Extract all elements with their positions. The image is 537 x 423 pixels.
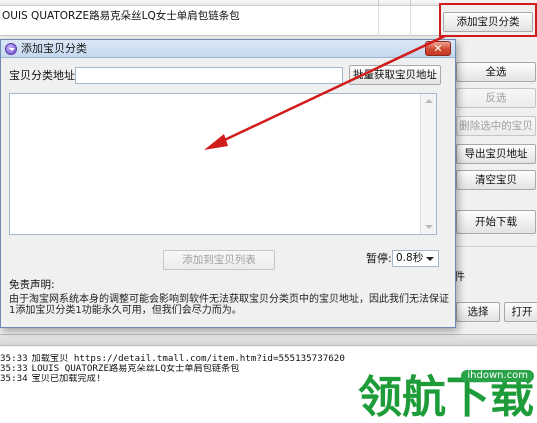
choose-folder-button[interactable]: 选择 xyxy=(456,302,500,322)
disclaimer-title: 免责声明: xyxy=(9,279,55,291)
log-splitter[interactable] xyxy=(0,334,537,346)
dialog-title: 添加宝贝分类 xyxy=(21,42,87,55)
list-header xyxy=(0,0,440,6)
scroll-up-icon[interactable] xyxy=(425,99,433,103)
dialog-titlebar[interactable]: 添加宝贝分类 ✕ xyxy=(1,40,455,58)
delete-selected-button[interactable]: 删除选中的宝贝 xyxy=(456,116,536,136)
pause-value: 0.8秒 xyxy=(396,252,424,264)
category-url-input[interactable] xyxy=(75,67,343,84)
pause-label: 暂停: xyxy=(366,252,392,265)
url-label: 宝贝分类地址: xyxy=(9,69,79,82)
chevron-down-icon xyxy=(426,257,434,261)
clear-items-button[interactable]: 清空宝贝 xyxy=(456,170,536,190)
export-urls-button[interactable]: 导出宝贝地址 xyxy=(456,144,536,164)
pause-select[interactable]: 0.8秒 xyxy=(392,250,439,267)
add-category-dialog: 添加宝贝分类 ✕ 宝贝分类地址: 批量获取宝贝地址 添加到宝贝列表 暂停: 0.… xyxy=(0,39,456,328)
select-all-button[interactable]: 全选 xyxy=(456,62,536,82)
start-download-button[interactable]: 开始下载 xyxy=(456,210,536,234)
disclaimer-text: 由于淘宝网系统本身的调整可能会影响到软件无法获取宝贝分类页中的宝贝地址，因此我们… xyxy=(9,294,449,316)
invert-selection-button[interactable]: 反选 xyxy=(456,88,536,108)
url-list-textarea[interactable] xyxy=(9,93,437,235)
download-app-icon xyxy=(5,43,17,55)
panel-divider xyxy=(455,246,537,247)
close-button[interactable]: ✕ xyxy=(425,41,451,56)
watermark: 领航下载 ihdown.com xyxy=(352,358,537,423)
add-to-list-button[interactable]: 添加到宝贝列表 xyxy=(163,250,275,270)
watermark-tag: ihdown.com xyxy=(461,370,534,382)
list-item[interactable]: OUIS QUATORZE路易克朵丝LQ女士单肩包链条包 xyxy=(0,8,440,24)
add-category-button[interactable]: 添加宝贝分类 xyxy=(443,12,533,32)
scroll-down-icon[interactable] xyxy=(425,225,433,229)
background-item-list: OUIS QUATORZE路易克朵丝LQ女士单肩包链条包 xyxy=(0,0,440,36)
open-folder-button[interactable]: 打开 xyxy=(504,302,537,322)
vertical-scrollbar[interactable] xyxy=(420,94,436,234)
batch-fetch-button[interactable]: 批量获取宝贝地址 xyxy=(349,65,441,85)
